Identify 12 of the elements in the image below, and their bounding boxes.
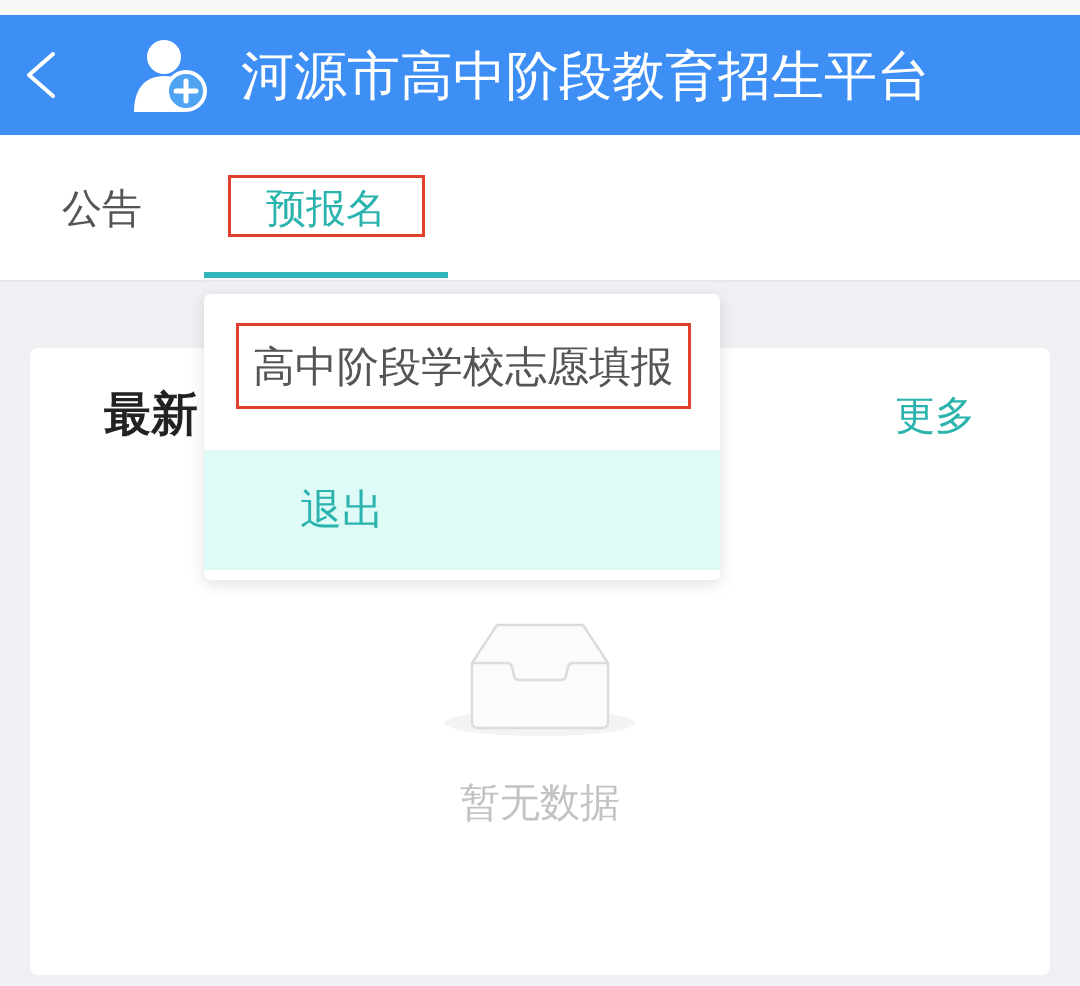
card-title: 最新 [104,390,198,437]
back-button[interactable] [26,52,56,98]
menu-item[interactable]: 高中阶段学校志愿填报 [204,304,720,450]
app-title: 河源市高中阶段教育招生平台 [241,48,930,102]
user-add-icon [132,38,208,112]
tab[interactable]: 预报名 [204,135,448,280]
more-link[interactable]: 更多 [895,395,975,435]
menu-item[interactable]: 退出 [204,450,720,570]
tab[interactable]: 公告 [0,135,204,280]
back-icon [26,52,56,98]
empty-state-text: 暂无数据 [460,782,620,822]
empty-inbox-icon [445,622,635,736]
